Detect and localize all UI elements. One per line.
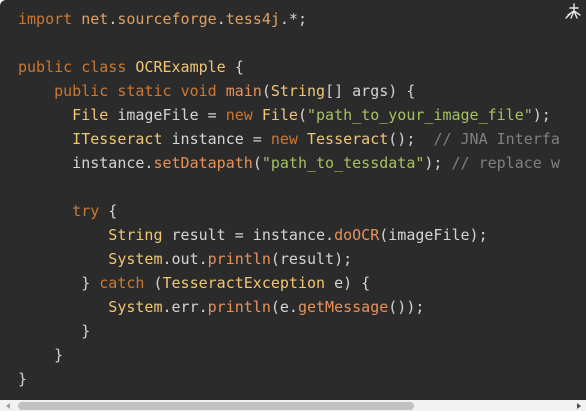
code-token: net [81,10,109,28]
code-token: (e. [270,298,298,316]
scrollbar-thumb[interactable] [18,402,414,410]
code-token: public [18,58,82,76]
scroll-left-arrow-icon [5,402,10,409]
code-token: public [18,82,118,100]
code-token: ( [144,274,163,292]
copy-code-button[interactable] [562,0,586,22]
code-token: { [99,202,118,220]
code-line: public class OCRExample { [18,55,560,79]
code-token: sourceforge [117,10,217,28]
code-token: tess4j [225,10,280,28]
code-token: System [18,250,163,268]
code-snippet-panel: import net.sourceforge.tess4j.*; public c… [0,0,586,400]
code-token: (result); [270,250,353,268]
code-token: static [117,82,181,100]
scroll-left-button[interactable] [2,400,13,411]
code-token: . [108,10,118,28]
code-line: System.err.println(e.getMessage()); [18,295,560,319]
code-token: setDatapath [153,154,253,172]
code-line: } catch (TesseractException e) { [18,271,560,295]
code-token: instance. [18,154,154,172]
code-token: ITesseract [18,130,163,148]
code-line: public static void main(String[] args) { [18,79,560,103]
code-token: ); [532,106,551,124]
code-line: } [18,367,560,391]
code-token: OCRExample [135,58,226,76]
code-token: [] args) { [325,82,416,100]
code-token: (imageFile); [379,226,488,244]
code-token: .* [279,10,298,28]
code-token: "path_to_your_image_file" [307,106,533,124]
code-token: println [207,250,271,268]
code-token: getMessage [297,298,389,316]
code-token: String [270,82,326,100]
code-line: import net.sourceforge.tess4j.*; [18,7,560,31]
code-token: } [18,322,91,340]
code-token: instance = [162,130,271,148]
code-line: } [18,343,560,367]
code-token: main [225,82,262,100]
code-block[interactable]: import net.sourceforge.tess4j.*; public c… [18,7,560,391]
code-token: String [18,226,163,244]
code-token: (); [388,130,434,148]
code-token: . [216,10,226,28]
code-token: import [18,10,82,28]
code-token: File [261,106,298,124]
code-line: String result = instance.doOCR(imageFile… [18,223,560,247]
code-token: ()); [388,298,425,316]
code-line: instance.setDatapath("path_to_tessdata")… [18,151,560,175]
code-token: result = instance. [162,226,335,244]
code-token: try [18,202,100,220]
code-token: ( [252,154,262,172]
code-line: ITesseract instance = new Tesseract(); /… [18,127,560,151]
code-token: new [270,130,307,148]
code-token: void [180,82,226,100]
code-token: e) { [325,274,371,292]
code-token: File [18,106,109,124]
code-token: // JNA Interfa [433,130,560,148]
code-token: } [18,346,64,364]
code-token: new [225,106,262,124]
code-token: { [225,58,244,76]
code-token: TesseractException [162,274,326,292]
code-token: catch [99,274,145,292]
code-line: File imageFile = new File("path_to_your_… [18,103,560,127]
code-token: doOCR [334,226,380,244]
code-token: .out. [162,250,208,268]
code-token: } [18,370,28,388]
code-token: } [18,274,100,292]
code-line: } [18,319,560,343]
scroll-right-button[interactable] [573,400,584,411]
code-token: // replace w [451,154,560,172]
code-token: println [207,298,271,316]
code-token: imageFile = [108,106,226,124]
horizontal-scrollbar[interactable] [0,400,586,411]
code-token: "path_to_tessdata" [261,154,425,172]
code-token: Tesseract [307,130,389,148]
scroll-right-arrow-icon [576,402,581,409]
code-line: System.out.println(result); [18,247,560,271]
code-token: ( [297,106,307,124]
code-token: .err. [162,298,208,316]
code-token: System [18,298,163,316]
code-token: ; [297,10,307,28]
code-line: try { [18,199,560,223]
code-token: ( [261,82,271,100]
copy-code-icon [565,3,581,19]
code-token: class [81,58,136,76]
code-token: ); [424,154,452,172]
